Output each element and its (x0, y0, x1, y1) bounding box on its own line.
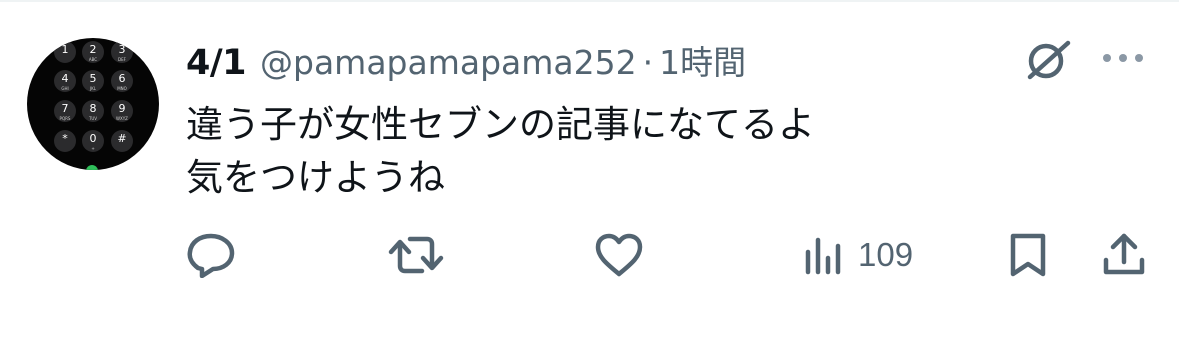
keypad-key: # (111, 130, 133, 152)
keypad-key: 6 MNO (111, 70, 133, 92)
grok-icon[interactable] (1022, 36, 1074, 82)
display-name[interactable]: 4/1 (186, 43, 247, 83)
tweet-text-line: 気をつけようね (186, 156, 445, 199)
keypad-key: 3 DEF (111, 41, 133, 63)
keypad-key: 1 (54, 41, 76, 63)
bookmark-button[interactable] (1008, 232, 1048, 278)
bookmark-icon (1010, 233, 1046, 277)
avatar[interactable]: 1 2 ABC 3 DEF 4 GHI 5 JKL 6 MNO 7 PQRS 8 TUV 9W… (27, 38, 159, 170)
views-icon (805, 237, 841, 275)
keypad-key: 9 WXYZ (111, 100, 133, 122)
like-button[interactable] (594, 232, 644, 278)
separator-dot: · (642, 43, 654, 82)
share-button[interactable] (1102, 232, 1146, 278)
keypad-key: 7 PQRS (54, 100, 76, 122)
views-button[interactable]: 109 (804, 232, 913, 278)
tweet-header: 4/1 @pamapamapama252 · 1時間 (186, 36, 746, 84)
repost-icon (388, 236, 444, 274)
keypad-key: 8 TUV (82, 100, 104, 122)
share-icon (1103, 233, 1145, 275)
tweet-text: 違う子が女性セブンの記事になてるよ 気をつけようね (186, 98, 1146, 204)
user-handle[interactable]: @pamapamapama252 (260, 43, 637, 82)
more-icon[interactable] (1100, 50, 1146, 66)
tweet-text-line: 違う子が女性セブンの記事になてるよ (186, 103, 815, 146)
call-button-edge (86, 165, 98, 170)
keypad-key: 5 JKL (82, 70, 104, 92)
top-divider (0, 0, 1179, 2)
timestamp[interactable]: 1時間 (659, 36, 746, 84)
keypad-key: * (54, 130, 76, 152)
reply-icon (187, 233, 235, 278)
reply-button[interactable] (186, 232, 236, 278)
keypad-key: 0 + (82, 130, 104, 152)
keypad-key: 2 ABC (82, 41, 104, 63)
keypad-key: 4 GHI (54, 70, 76, 92)
views-count: 109 (858, 236, 914, 273)
repost-button[interactable] (388, 232, 444, 278)
heart-icon (595, 233, 643, 277)
